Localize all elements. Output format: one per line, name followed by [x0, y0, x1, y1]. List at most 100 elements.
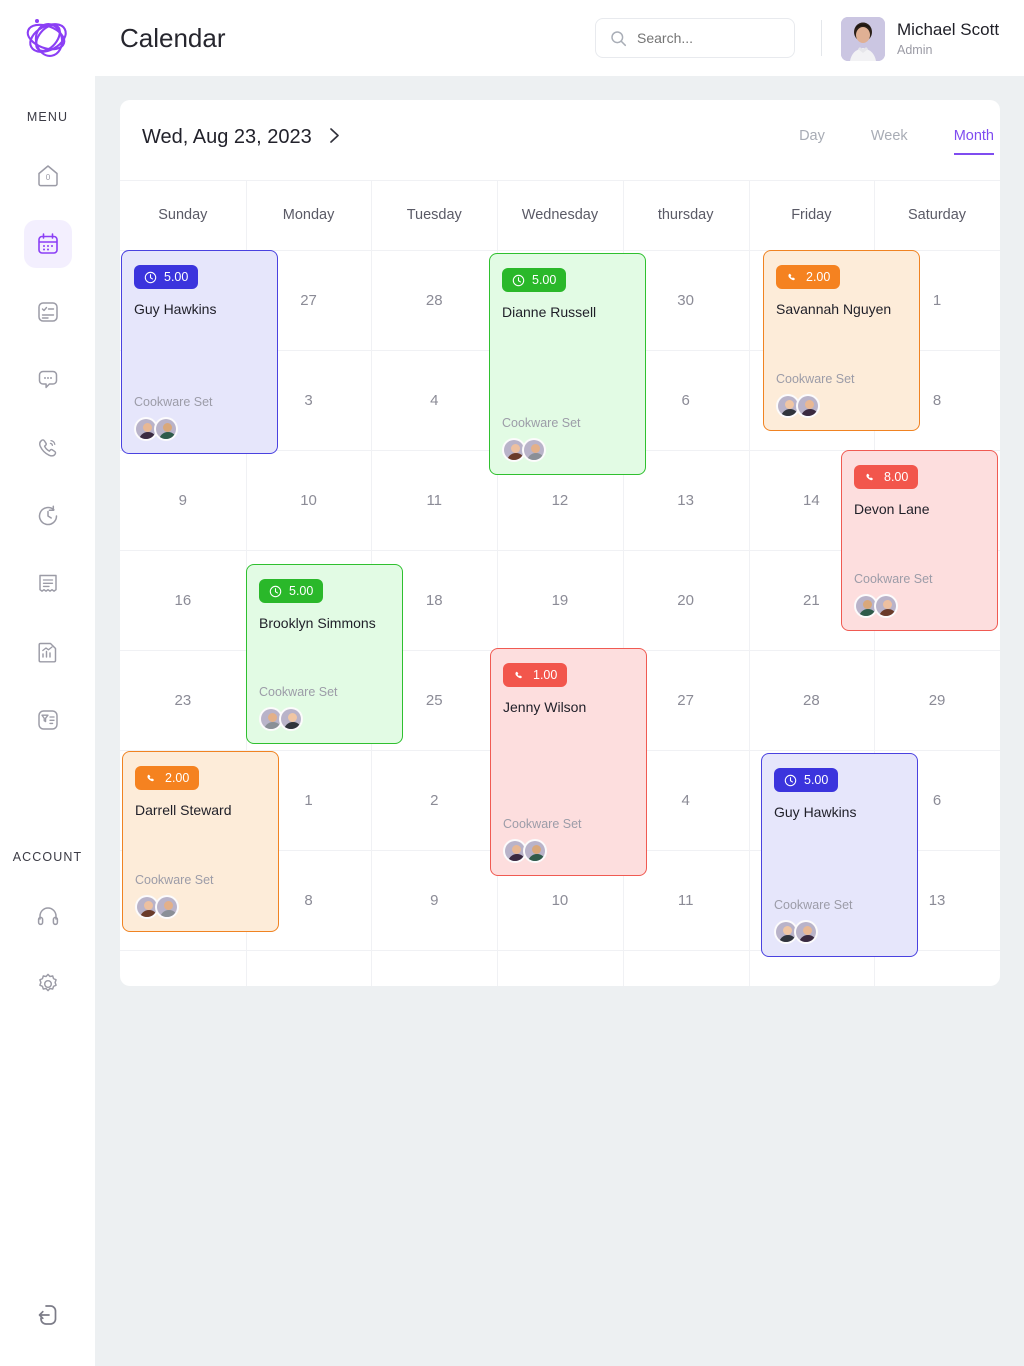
event-amount-badge: 8.00 [854, 465, 919, 489]
event-amount: 5.00 [164, 270, 189, 284]
sidebar-item-reports[interactable] [24, 628, 72, 676]
weekday-header-wednesday: Wednesday [521, 207, 599, 223]
weekday-header-friday: Friday [791, 207, 832, 223]
event-person-name: Savannah Nguyen [776, 301, 892, 317]
chevron-right-icon [329, 127, 339, 143]
event-card[interactable]: 5.00 Brooklyn Simmons Cookware Set [246, 564, 403, 744]
event-subtitle: Cookware Set [259, 685, 338, 699]
gear-icon [38, 973, 57, 992]
search-box[interactable] [595, 18, 795, 58]
sidebar-item-filters[interactable] [24, 696, 72, 744]
day-cell-23[interactable]: 23 [120, 650, 246, 750]
sidebar-item-tasks[interactable] [24, 288, 72, 336]
sidebar: MENU 0 ACCOUNT [0, 0, 95, 1366]
event-person-name: Jenny Wilson [503, 699, 587, 715]
brand-logo[interactable] [0, 0, 95, 76]
event-amount: 2.00 [806, 270, 831, 284]
event-footer: Cookware Set [135, 873, 214, 919]
weekday-header-tuesday: Tuesday [406, 207, 462, 223]
attendee-avatar [796, 394, 820, 418]
attendee-avatar [155, 895, 179, 919]
clock-refresh-icon [38, 505, 57, 526]
event-subtitle: Cookware Set [503, 817, 582, 831]
event-amount: 5.00 [532, 273, 557, 287]
day-cell-20[interactable]: 20 [623, 550, 749, 650]
chat-bubble-icon [38, 370, 57, 389]
search-icon [611, 30, 627, 46]
event-card[interactable]: 5.00 Dianne Russell Cookware Set [489, 253, 646, 475]
clock-icon [784, 774, 797, 786]
event-amount-badge: 2.00 [135, 766, 200, 790]
day-cell-29[interactable]: 29 [874, 650, 1000, 750]
sidebar-item-messages[interactable] [24, 356, 72, 404]
event-amount: 8.00 [884, 470, 909, 484]
current-date-label: Wed, Aug 23, 2023 [142, 126, 312, 148]
event-card[interactable]: 8.00 Devon Lane Cookware Set [841, 450, 998, 631]
event-person-name: Guy Hawkins [774, 804, 857, 820]
day-cell-10[interactable]: 10 [246, 450, 372, 550]
logo-dot-icon [34, 19, 39, 23]
day-cell-2[interactable]: 2 [371, 750, 497, 850]
phone-icon [788, 273, 795, 280]
event-footer: Cookware Set [502, 416, 581, 462]
event-person-name: Darrell Steward [135, 802, 232, 818]
day-cell-9[interactable]: 9 [371, 850, 497, 950]
sidebar-item-history[interactable] [24, 492, 72, 540]
day-cell-19[interactable]: 19 [497, 550, 623, 650]
user-avatar-image [841, 17, 885, 61]
tab-week[interactable]: Week [871, 128, 908, 153]
page-title: Calendar [120, 22, 226, 53]
event-amount: 2.00 [165, 771, 190, 785]
headphones-icon [37, 907, 58, 926]
calendar-header: Wed, Aug 23, 2023 Day Week Month [120, 100, 1000, 180]
user-profile[interactable]: Michael Scott Admin [841, 17, 999, 61]
event-subtitle: Cookware Set [776, 372, 855, 386]
day-cell-11[interactable]: 11 [371, 450, 497, 550]
event-card[interactable]: 5.00 Guy Hawkins Cookware Set [121, 250, 278, 454]
event-attendee-avatars [502, 438, 581, 462]
date-navigator[interactable]: Wed, Aug 23, 2023 [142, 126, 340, 149]
clock-icon [269, 585, 282, 597]
event-card[interactable]: 2.00 Darrell Steward Cookware Set [122, 751, 279, 932]
event-card[interactable]: 1.00 Jenny Wilson Cookware Set [490, 648, 647, 876]
day-cell-16[interactable]: 16 [120, 550, 246, 650]
event-amount-badge: 5.00 [502, 268, 567, 292]
event-card[interactable]: 5.00 Guy Hawkins Cookware Set [761, 753, 918, 957]
sidebar-item-invoices[interactable] [24, 560, 72, 608]
event-footer: Cookware Set [259, 685, 338, 731]
event-card[interactable]: 2.00 Savannah Nguyen Cookware Set [763, 250, 920, 431]
sidebar-item-support[interactable] [24, 892, 72, 940]
phone-icon [866, 473, 873, 480]
event-amount: 5.00 [289, 584, 314, 598]
day-cell-9[interactable]: 9 [120, 450, 246, 550]
day-cell-28[interactable]: 28 [749, 650, 875, 750]
sidebar-item-settings[interactable] [24, 960, 72, 1008]
filter-list-icon [37, 710, 58, 730]
event-footer: Cookware Set [774, 898, 853, 944]
sidebar-item-calls[interactable] [24, 424, 72, 472]
event-person-name: Guy Hawkins [134, 301, 217, 317]
search-input[interactable] [637, 30, 777, 46]
topbar: Calendar Michael Scott [95, 0, 1024, 76]
sidebar-menu-label: MENU [26, 110, 69, 124]
attendee-avatar [874, 594, 898, 618]
event-subtitle: Cookware Set [134, 395, 213, 409]
tab-day[interactable]: Day [799, 128, 825, 153]
day-cell-28[interactable]: 28 [371, 250, 497, 350]
calendar-panel: Wed, Aug 23, 2023 Day Week Month Sunday M… [120, 100, 1000, 986]
event-attendee-avatars [774, 920, 853, 944]
logout-button[interactable] [0, 1300, 95, 1330]
sidebar-item-home[interactable]: 0 [24, 152, 72, 200]
day-cell-4[interactable]: 4 [371, 350, 497, 450]
event-attendee-avatars [134, 417, 213, 441]
logout-icon [38, 1305, 56, 1325]
tab-month[interactable]: Month [953, 128, 994, 155]
event-amount-badge: 2.00 [776, 265, 841, 289]
attendee-avatar [279, 707, 303, 731]
event-amount-badge: 5.00 [774, 768, 839, 792]
clock-icon [144, 271, 157, 283]
event-attendee-avatars [776, 394, 855, 418]
next-date-button[interactable] [329, 127, 340, 149]
sidebar-item-calendar[interactable] [23, 220, 72, 268]
weekday-header-thursday: thursday [657, 207, 714, 223]
